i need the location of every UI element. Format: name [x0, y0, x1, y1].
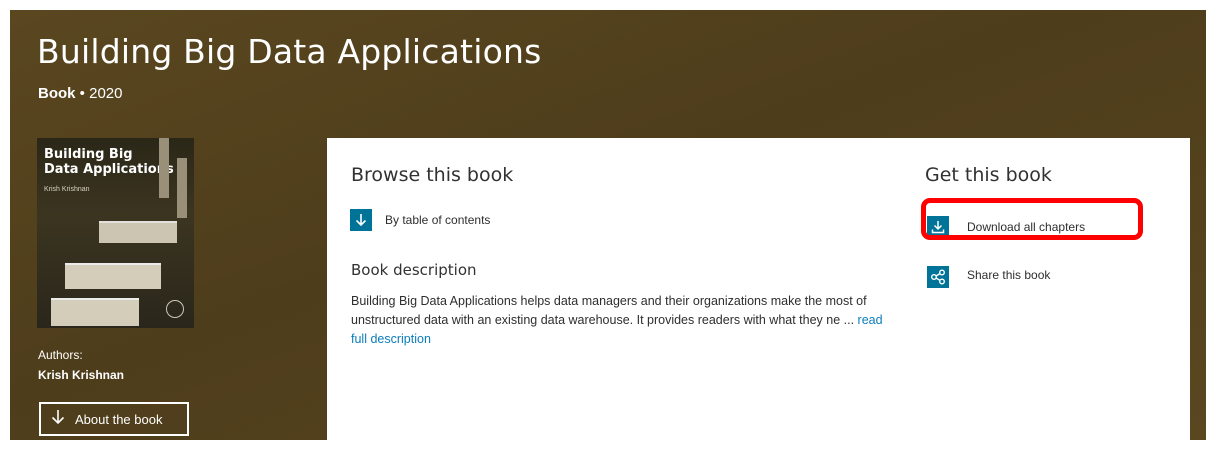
cover-drawer [51, 298, 139, 326]
meta-separator: • [79, 85, 85, 102]
book-cover[interactable]: Building Big Data Applications Krish Kri… [37, 138, 194, 328]
book-meta: Book • 2020 [38, 85, 122, 102]
publication-year: 2020 [89, 85, 123, 102]
author-name[interactable]: Krish Krishnan [38, 368, 124, 382]
cover-rod [159, 138, 169, 198]
share-this-book-link[interactable]: Share this book [967, 268, 1050, 282]
description-body: Building Big Data Applications helps dat… [351, 294, 867, 327]
cover-author: Krish Krishnan [44, 186, 90, 193]
cover-title: Building Big Data Applications [44, 147, 174, 177]
content-type: Book [38, 85, 76, 102]
about-the-book-button[interactable]: About the book [39, 402, 189, 436]
publisher-logo-icon [166, 300, 184, 318]
get-book-heading: Get this book [925, 164, 1052, 186]
authors-label: Authors: [38, 348, 83, 362]
book-actions-panel: Browse this book By table of contents Bo… [327, 138, 1190, 440]
arrow-down-icon [51, 409, 69, 429]
download-all-chapters-link[interactable]: Download all chapters [967, 220, 1085, 234]
cover-drawer [99, 221, 177, 243]
page-title: Building Big Data Applications [37, 32, 542, 71]
toc-link[interactable]: By table of contents [385, 213, 490, 227]
browse-heading: Browse this book [351, 164, 514, 186]
share-icon[interactable] [927, 266, 949, 288]
cover-drawer [65, 263, 161, 289]
about-button-label: About the book [75, 411, 163, 427]
description-text: Building Big Data Applications helps dat… [351, 292, 891, 349]
cover-rod [177, 158, 187, 218]
book-hero: Building Big Data Applications Book • 20… [10, 10, 1206, 440]
download-icon[interactable] [927, 216, 949, 238]
description-heading: Book description [351, 261, 477, 279]
toc-arrow-down-icon[interactable] [350, 209, 372, 231]
